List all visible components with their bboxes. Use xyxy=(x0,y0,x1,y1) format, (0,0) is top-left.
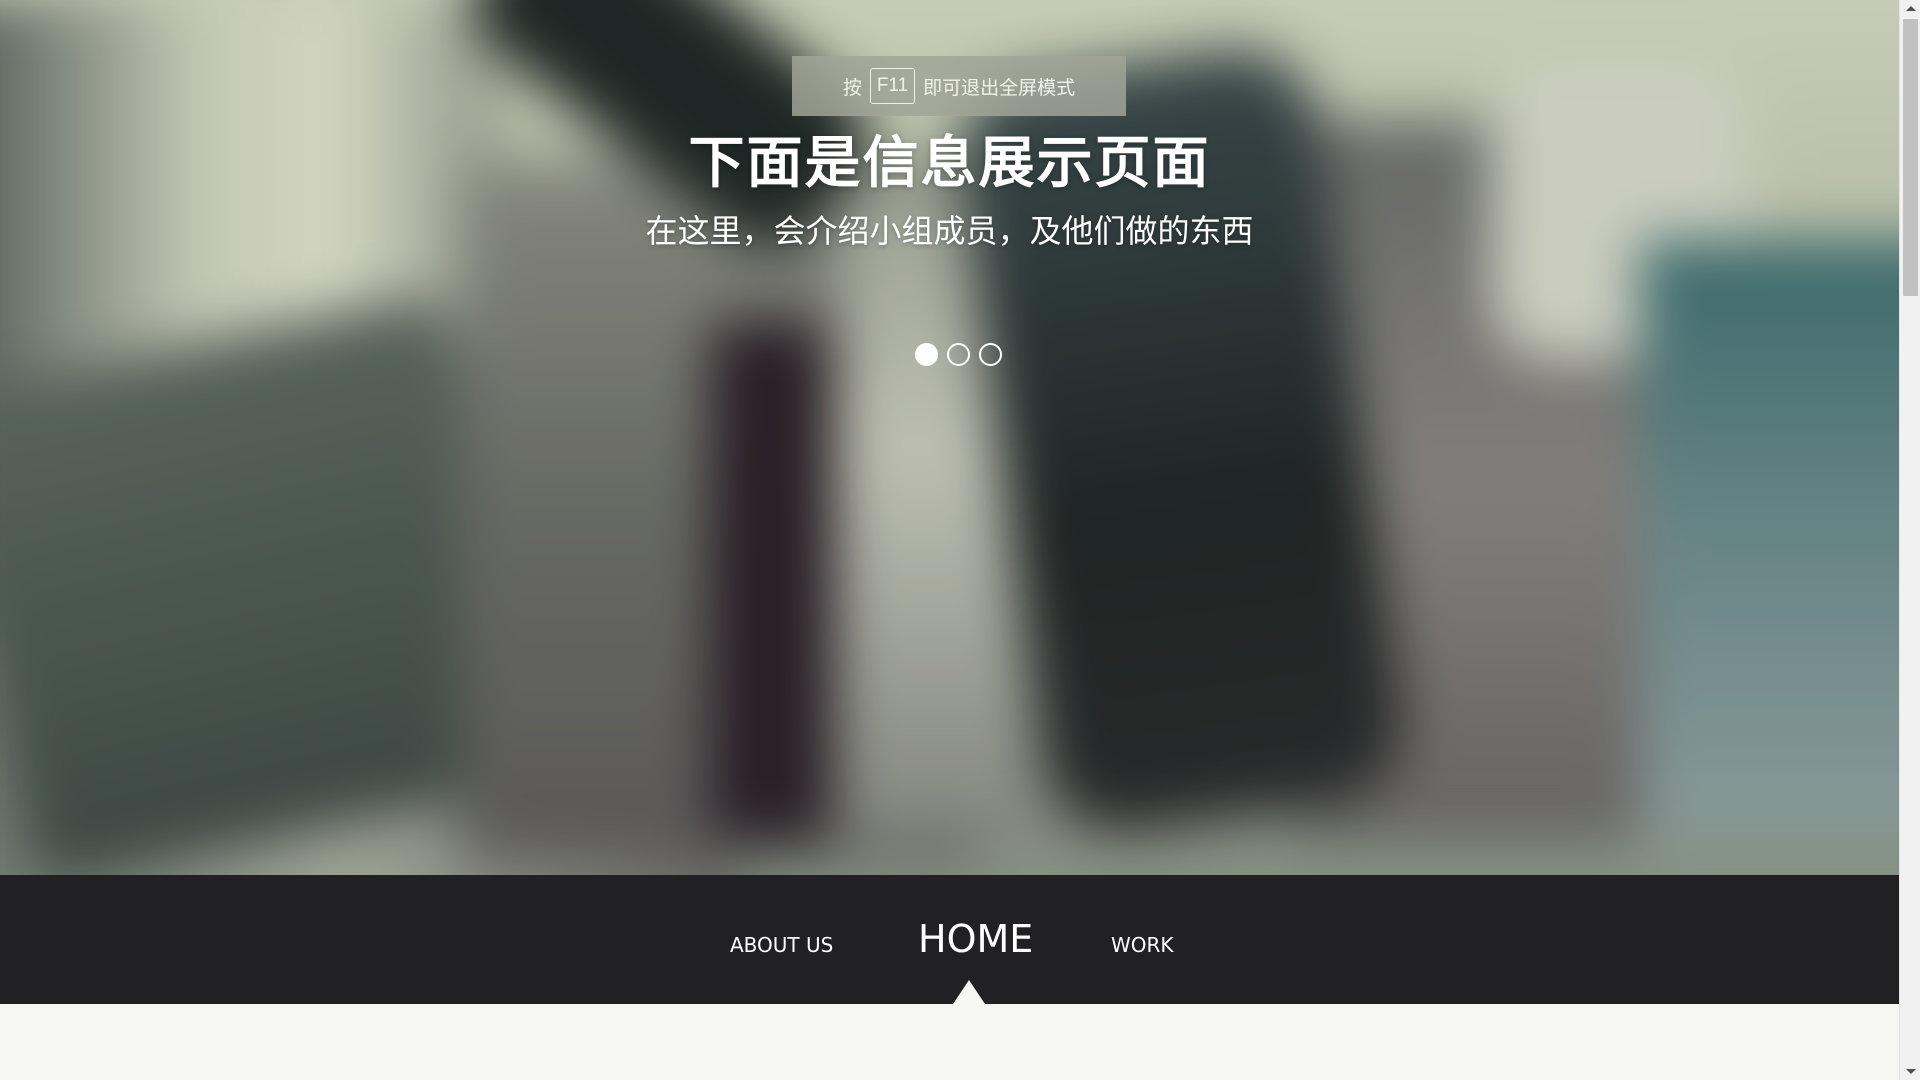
nav-item-work[interactable]: WORK xyxy=(1111,933,1174,957)
scrollbar-thumb[interactable] xyxy=(1903,19,1918,296)
fullscreen-exit-notice: 按 F11 即可退出全屏模式 xyxy=(792,56,1126,116)
main-navigation: ABOUT US HOME WORK xyxy=(0,875,1899,1004)
scroll-up-button[interactable] xyxy=(1900,0,1920,17)
hero-subtitle: 在这里，会介绍小组成员，及他们做的东西 xyxy=(645,212,1254,250)
hero-banner: 按 F11 即可退出全屏模式 下面是信息展示页面 在这里，会介绍小组成员，及他们… xyxy=(0,0,1899,875)
content-section xyxy=(0,1004,1899,1080)
slider-dot-1[interactable] xyxy=(915,343,938,366)
scroll-down-button[interactable] xyxy=(1900,1063,1920,1080)
arrow-up-icon xyxy=(1905,6,1916,11)
page-viewport: 按 F11 即可退出全屏模式 下面是信息展示页面 在这里，会介绍小组成员，及他们… xyxy=(0,0,1899,1080)
f11-key-badge: F11 xyxy=(869,68,916,104)
nav-item-about-us[interactable]: ABOUT US xyxy=(730,933,833,957)
hero-title: 下面是信息展示页面 xyxy=(688,130,1211,196)
slider-dot-3[interactable] xyxy=(979,343,1002,366)
arrow-down-icon xyxy=(1905,1069,1916,1074)
active-nav-indicator xyxy=(953,980,985,1004)
fullscreen-notice-prefix: 按 xyxy=(842,77,862,99)
slider-dot-2[interactable] xyxy=(947,343,970,366)
fullscreen-notice-suffix: 即可退出全屏模式 xyxy=(923,77,1076,99)
nav-item-home[interactable]: HOME xyxy=(918,917,1033,961)
slider-pagination xyxy=(915,343,1002,366)
vertical-scrollbar[interactable] xyxy=(1899,0,1920,1080)
